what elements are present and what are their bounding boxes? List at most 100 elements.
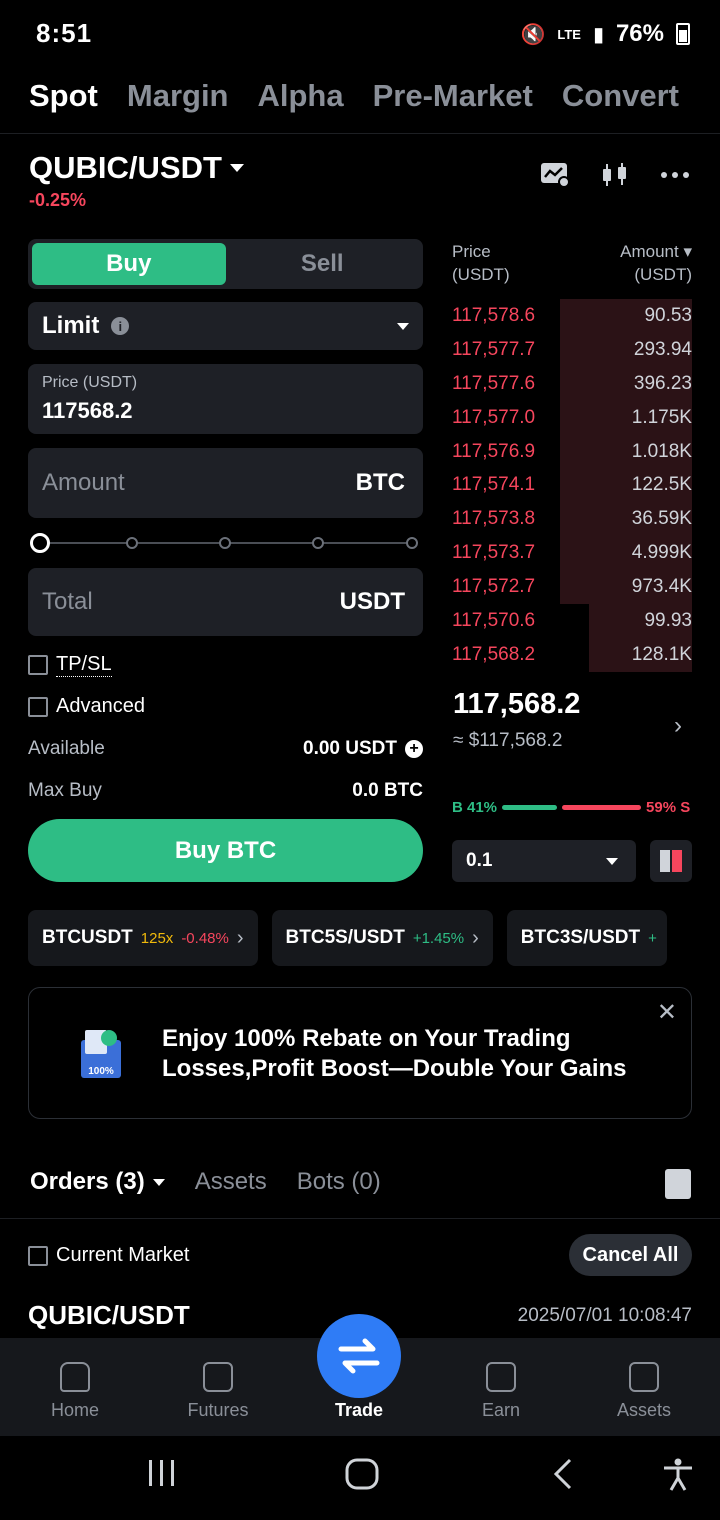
current-market-checkbox[interactable]: [28, 1245, 48, 1266]
ask-row[interactable]: 117,574.1 122.5K: [452, 468, 692, 503]
order-pair[interactable]: QUBIC/USDT: [28, 1300, 190, 1331]
divider: [0, 133, 720, 134]
precision-select[interactable]: 0.1: [452, 840, 636, 882]
deposit-plus-icon[interactable]: +: [405, 740, 423, 758]
chevron-down-icon: [152, 1178, 165, 1186]
tab-orders[interactable]: Orders (3): [30, 1168, 165, 1196]
available-label: Available: [28, 738, 105, 759]
info-icon[interactable]: i: [111, 317, 130, 335]
chevron-down-icon: [397, 322, 409, 330]
sell-ratio-bar: [562, 805, 642, 810]
order-book-asks: 117,578.6 90.53 117,577.7 293.94 117,577.6…: [452, 299, 692, 672]
close-icon[interactable]: ✕: [657, 998, 677, 1027]
price-input[interactable]: Price (USDT) 117568.2: [28, 364, 423, 434]
tpsl-checkbox[interactable]: [28, 655, 48, 675]
ask-row[interactable]: 117,577.6 396.23: [452, 366, 692, 401]
tab-alpha[interactable]: Alpha: [258, 78, 344, 114]
ask-row[interactable]: 117,570.6 99.93: [452, 604, 692, 638]
advanced-label: Advanced: [56, 695, 145, 717]
tab-margin[interactable]: Margin: [127, 78, 229, 114]
ticker-name: BTC5S/USDT: [285, 927, 405, 948]
layout-icon-part: [672, 850, 682, 872]
slider-step-25[interactable]: [126, 537, 138, 549]
trade-fab[interactable]: [317, 1314, 401, 1398]
price-value: 117568.2: [42, 398, 133, 423]
signal-icon: ▮: [592, 23, 604, 46]
network-type: LTE: [557, 26, 581, 42]
candlestick-icon[interactable]: [600, 160, 630, 190]
tab-convert[interactable]: Convert: [562, 78, 679, 114]
buy-ratio-bar: [502, 805, 558, 810]
status-icons: 🔇 LTE ▮ 76%: [520, 20, 690, 48]
nav-futures[interactable]: Futures: [163, 1362, 273, 1421]
home-button-icon[interactable]: [345, 1458, 379, 1495]
slider-knob[interactable]: [30, 533, 50, 553]
tab-spot[interactable]: Spot: [29, 78, 98, 114]
ask-amount: 396.23: [633, 372, 692, 394]
chevron-right-icon[interactable]: ›: [674, 712, 682, 740]
ask-row[interactable]: 117,576.9 1.018K: [452, 434, 692, 469]
buy-tab[interactable]: Buy: [32, 243, 226, 285]
order-book-header: Price (USDT) Amount ▾ (USDT): [452, 240, 692, 286]
ticker-leverage: 125x: [140, 929, 174, 947]
ticker-chip[interactable]: BTCUSDT 125x -0.48% ›: [28, 910, 258, 966]
cancel-all-button[interactable]: Cancel All: [569, 1234, 692, 1276]
ticker-name: BTCUSDT: [42, 927, 133, 948]
ask-row[interactable]: 117,573.7 4.999K: [452, 536, 692, 571]
amount-slider[interactable]: [30, 533, 420, 553]
tab-bots[interactable]: Bots (0): [297, 1168, 381, 1196]
last-price[interactable]: 117,568.2: [453, 688, 580, 721]
promo-banner[interactable]: 100% Enjoy 100% Rebate on Your Trading L…: [28, 987, 692, 1119]
ask-row[interactable]: 117,577.0 1.175K: [452, 400, 692, 435]
ask-row[interactable]: 117,572.7 973.4K: [452, 570, 692, 605]
nav-home-label: Home: [50, 1400, 99, 1420]
slider-step-50[interactable]: [219, 537, 231, 549]
order-type-select[interactable]: Limit i: [28, 302, 423, 350]
ask-row[interactable]: 117,578.6 90.53: [452, 299, 692, 333]
current-market-row[interactable]: Current Market: [28, 1244, 189, 1267]
recent-apps-icon[interactable]: [146, 1458, 178, 1493]
nav-home[interactable]: Home: [20, 1362, 130, 1421]
tpsl-checkbox-row[interactable]: TP/SL: [28, 653, 112, 677]
related-tickers: BTCUSDT 125x -0.48% › BTC5S/USDT +1.45% …: [28, 910, 667, 966]
chart-icon[interactable]: [540, 160, 570, 190]
header-actions: [540, 160, 690, 190]
order-type-value: Limit: [42, 312, 100, 339]
buy-submit-button[interactable]: Buy BTC: [28, 819, 423, 882]
ask-amount: 128.1K: [631, 643, 692, 665]
order-history-icon[interactable]: [665, 1169, 691, 1199]
chevron-down-icon: [229, 164, 244, 172]
advanced-checkbox-row[interactable]: Advanced: [28, 695, 145, 718]
ask-row[interactable]: 117,573.8 36.59K: [452, 502, 692, 537]
system-nav-bar: [0, 1436, 720, 1520]
nav-earn[interactable]: Earn: [446, 1362, 556, 1421]
back-icon[interactable]: [552, 1458, 576, 1495]
maxbuy-row: Max Buy 0.0 BTC: [28, 780, 423, 802]
sell-tab[interactable]: Sell: [226, 243, 420, 285]
promo-badge: 100%: [88, 1066, 114, 1077]
ask-amount: 293.94: [633, 338, 692, 360]
amount-header-toggle[interactable]: Amount ▾ (USDT): [620, 240, 692, 286]
tab-pre-market[interactable]: Pre-Market: [373, 78, 533, 114]
ask-row[interactable]: 117,568.2 128.1K: [452, 637, 692, 672]
sell-ratio-label: 59% S: [646, 799, 691, 816]
ask-row[interactable]: 117,577.7 293.94: [452, 332, 692, 367]
ask-price: 117,573.8: [452, 508, 536, 530]
more-icon[interactable]: [660, 160, 690, 190]
total-input[interactable]: Total USDT: [28, 568, 423, 636]
chevron-right-icon: ›: [472, 926, 479, 949]
slider-step-100[interactable]: [406, 537, 418, 549]
accessibility-icon[interactable]: [662, 1458, 694, 1497]
slider-step-75[interactable]: [312, 537, 324, 549]
nav-assets[interactable]: Assets: [589, 1362, 699, 1421]
ticker-chip[interactable]: BTC3S/USDT +: [506, 910, 667, 966]
tab-assets[interactable]: Assets: [195, 1168, 267, 1196]
total-unit: USDT: [339, 588, 405, 615]
book-layout-button[interactable]: [650, 840, 692, 882]
advanced-checkbox[interactable]: [28, 696, 48, 717]
ticker-chip[interactable]: BTC5S/USDT +1.45% ›: [271, 910, 493, 966]
amount-input[interactable]: Amount BTC: [28, 448, 423, 518]
pair-selector[interactable]: QUBIC/USDT: [29, 150, 244, 186]
amount-header: Amount: [620, 242, 679, 261]
ticker-change: +: [648, 929, 657, 947]
